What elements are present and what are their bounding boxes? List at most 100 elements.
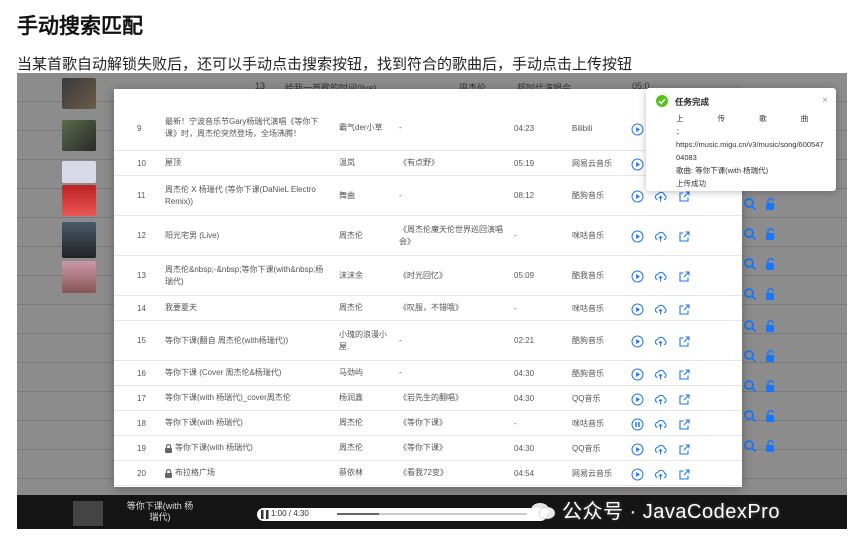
result-source-text: QQ音乐 bbox=[572, 393, 601, 403]
result-album: 《有点野》 bbox=[399, 151, 504, 175]
result-index: 20 bbox=[137, 461, 155, 485]
result-duration-text: 02:21 bbox=[514, 336, 535, 345]
upload-icon[interactable] bbox=[654, 393, 667, 406]
background-row-actions bbox=[743, 319, 781, 335]
result-title: 布拉格广场 bbox=[165, 461, 327, 485]
play-icon[interactable] bbox=[631, 368, 644, 381]
play-icon[interactable] bbox=[631, 468, 644, 481]
result-actions bbox=[631, 386, 731, 410]
external-link-icon[interactable] bbox=[678, 303, 691, 316]
result-artist: 周杰伦 bbox=[339, 296, 387, 320]
result-index-text: 18 bbox=[137, 418, 146, 428]
result-album-text: - bbox=[399, 123, 402, 132]
result-index-text: 12 bbox=[137, 231, 146, 240]
play-icon[interactable] bbox=[631, 123, 644, 136]
result-title: 屋顶 bbox=[165, 151, 327, 175]
play-icon[interactable] bbox=[631, 190, 644, 203]
result-source-text: 咪咕音乐 bbox=[572, 303, 604, 313]
result-artist-text: 小瑰的浪漫小屋. bbox=[339, 329, 387, 351]
result-title-text: 等你下课(with 杨瑞代)_cover周杰伦 bbox=[165, 393, 291, 402]
result-album: 《等你下课》 bbox=[399, 411, 504, 435]
result-index: 14 bbox=[137, 296, 155, 320]
lock-icon bbox=[165, 468, 172, 478]
album-cover-thumbnail bbox=[62, 222, 96, 258]
upload-icon[interactable] bbox=[654, 368, 667, 381]
toast-close-button[interactable]: × bbox=[822, 95, 828, 106]
upload-icon[interactable] bbox=[654, 418, 667, 431]
external-link-icon[interactable] bbox=[678, 270, 691, 283]
upload-icon[interactable] bbox=[654, 230, 667, 243]
play-icon[interactable] bbox=[631, 443, 644, 456]
toast-url: https://music.migu.cn/v3/music/song/6005… bbox=[676, 140, 824, 162]
unlock-icon bbox=[766, 257, 774, 270]
result-artist-text: 马劲屿 bbox=[339, 368, 363, 377]
upload-icon[interactable] bbox=[654, 468, 667, 481]
result-album: 《等你下课》 bbox=[399, 436, 504, 460]
result-source-text: 网易云音乐 bbox=[572, 468, 612, 478]
result-artist: 舞曲 bbox=[339, 176, 387, 215]
external-link-icon[interactable] bbox=[678, 443, 691, 456]
result-album-text: - bbox=[399, 335, 402, 345]
search-icon bbox=[744, 198, 757, 211]
playback-time: 1:00 / 4:30 bbox=[271, 509, 309, 518]
upload-icon[interactable] bbox=[654, 270, 667, 283]
result-title: 周杰伦&nbsp;-&nbsp;等你下课(with&nbsp;杨瑞代) bbox=[165, 256, 327, 295]
external-link-icon[interactable] bbox=[678, 368, 691, 381]
play-icon[interactable] bbox=[631, 230, 644, 243]
external-link-icon[interactable] bbox=[678, 335, 691, 348]
upload-icon[interactable] bbox=[654, 443, 667, 456]
result-title-text: 等你下课(翻自 周杰伦(with杨瑞代)) bbox=[165, 335, 289, 345]
result-index: 18 bbox=[137, 411, 155, 435]
result-artist: 周杰伦 bbox=[339, 436, 387, 460]
album-cover-thumbnail bbox=[62, 78, 96, 109]
upload-icon[interactable] bbox=[654, 335, 667, 348]
upload-icon[interactable] bbox=[654, 303, 667, 316]
result-index: 12 bbox=[137, 216, 155, 255]
external-link-icon[interactable] bbox=[678, 418, 691, 431]
pause-icon[interactable] bbox=[631, 418, 644, 431]
background-row-actions bbox=[743, 227, 781, 243]
play-icon[interactable] bbox=[631, 393, 644, 406]
result-index: 19 bbox=[137, 436, 155, 460]
result-actions bbox=[631, 216, 731, 255]
result-duration: 02:21 bbox=[514, 321, 550, 360]
result-index-text: 19 bbox=[137, 443, 146, 453]
result-artist-text: 蔡依林 bbox=[339, 468, 363, 477]
play-icon[interactable] bbox=[631, 158, 644, 171]
result-album-text: - bbox=[399, 190, 402, 200]
result-index: 9 bbox=[137, 106, 155, 150]
result-index: 10 bbox=[137, 151, 155, 175]
result-artist-text: 周杰伦 bbox=[339, 443, 363, 452]
result-title: 等你下课(with 杨瑞代) bbox=[165, 436, 327, 460]
external-link-icon[interactable] bbox=[678, 393, 691, 406]
external-link-icon[interactable] bbox=[678, 190, 691, 203]
result-duration: - bbox=[514, 411, 550, 435]
result-duration: 04:30 bbox=[514, 436, 550, 460]
pause-icon[interactable] bbox=[261, 510, 269, 519]
toast-message: 上 传 歌 曲 ： https://music.migu.cn/v3/music… bbox=[676, 112, 826, 190]
result-artist: 小瑰的浪漫小屋. bbox=[339, 321, 387, 360]
result-index-text: 16 bbox=[137, 368, 146, 378]
result-source-text: 酷狗音乐 bbox=[572, 368, 604, 378]
audio-controls: 1:00 / 4:30 bbox=[257, 508, 547, 521]
article-title: 手动搜索匹配 bbox=[17, 15, 143, 38]
result-source-text: Bilibili bbox=[572, 123, 593, 133]
search-icon bbox=[744, 410, 757, 423]
search-result-row: 13 周杰伦&nbsp;-&nbsp;等你下课(with&nbsp;杨瑞代) 沫沫余… bbox=[114, 256, 742, 296]
result-index: 16 bbox=[137, 361, 155, 385]
external-link-icon[interactable] bbox=[678, 230, 691, 243]
result-title-text: 周杰伦&nbsp;-&nbsp;等你下课(with&nbsp;杨瑞代) bbox=[165, 264, 324, 286]
play-icon[interactable] bbox=[631, 335, 644, 348]
result-artist-text: 温岚 bbox=[339, 158, 355, 167]
result-album-text: 《岩先生的翻唱》 bbox=[399, 393, 463, 402]
result-artist: 周杰伦 bbox=[339, 411, 387, 435]
unlock-icon bbox=[766, 379, 774, 392]
result-title: 周杰伦 X 杨瑞代 (等你下课(DaNieL Electro Remix)) bbox=[165, 176, 327, 215]
result-duration-text: 05:09 bbox=[514, 271, 535, 280]
playback-progress[interactable] bbox=[337, 513, 527, 515]
upload-icon[interactable] bbox=[654, 190, 667, 203]
external-link-icon[interactable] bbox=[678, 468, 691, 481]
play-icon[interactable] bbox=[631, 270, 644, 283]
play-icon[interactable] bbox=[631, 303, 644, 316]
result-index-text: 11 bbox=[137, 191, 146, 200]
